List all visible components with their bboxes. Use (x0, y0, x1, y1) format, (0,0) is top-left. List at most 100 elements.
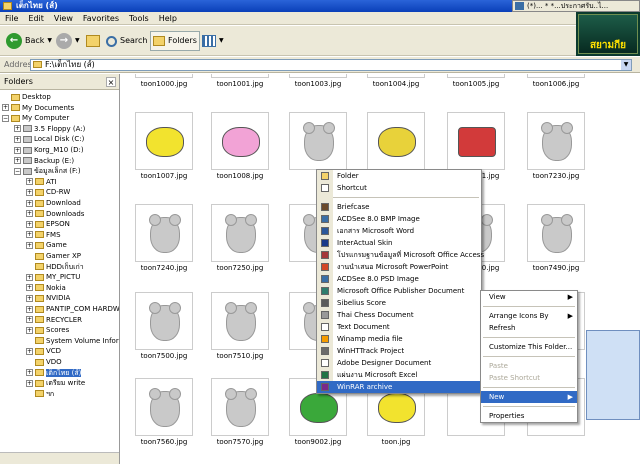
expander-icon[interactable]: + (26, 305, 33, 313)
new-menu-item[interactable]: Thai Chess Document (317, 309, 481, 321)
expander-icon[interactable]: + (26, 188, 33, 196)
expander-icon[interactable]: + (14, 157, 21, 165)
context-menu-item[interactable]: Customize This Folder... (481, 341, 577, 353)
notification-popup[interactable]: (*)... * *...ประกาศรับ..ไ... (512, 0, 640, 12)
file-item[interactable]: toon1004.jpg (365, 74, 427, 88)
expander-icon[interactable]: + (14, 125, 21, 133)
file-item[interactable]: toon7500.jpg (133, 292, 195, 360)
expander-icon[interactable]: + (26, 273, 33, 281)
new-menu-item[interactable]: WinHTTrack Project (317, 345, 481, 357)
file-item[interactable]: toon1005.jpg (445, 74, 507, 88)
menu-tools[interactable]: Tools (124, 12, 154, 25)
expander-icon[interactable]: + (26, 379, 33, 387)
menu-view[interactable]: View (49, 12, 78, 25)
new-menu-item[interactable]: Folder (317, 170, 481, 182)
tree-item[interactable]: + RECYCLER (26, 315, 82, 326)
new-menu-item[interactable]: Microsoft Office Publisher Document (317, 285, 481, 297)
tree-item[interactable]: HDDเก็บเก่า (26, 262, 84, 273)
context-menu-item[interactable]: Paste Shortcut (481, 372, 577, 384)
horizontal-scrollbar[interactable] (0, 452, 119, 464)
new-menu-item[interactable]: Winamp media file (317, 333, 481, 345)
new-menu-item[interactable]: งานนำเสนอ Microsoft PowerPoint (317, 261, 481, 273)
tree-item[interactable]: + Download (26, 198, 81, 209)
tree-item[interactable]: + VCD (26, 346, 61, 357)
file-item[interactable]: toon1007.jpg (133, 112, 195, 180)
new-menu-item[interactable]: ACDSee 8.0 BMP Image (317, 213, 481, 225)
tree-item[interactable]: + CD-RW (26, 187, 70, 198)
menu-edit[interactable]: Edit (23, 12, 49, 25)
expander-icon[interactable]: + (26, 369, 33, 377)
back-button[interactable]: ← Back ▼ (4, 31, 54, 51)
file-item[interactable]: toon7510.jpg (209, 292, 271, 360)
expander-icon[interactable]: + (26, 178, 33, 186)
expander-icon[interactable]: + (26, 316, 33, 324)
expander-icon[interactable]: + (2, 104, 9, 112)
search-button[interactable]: Search (104, 31, 149, 51)
tree-item[interactable]: + Korg_M10 (D:) (14, 145, 84, 156)
tree-item[interactable]: + EPSON (26, 219, 70, 230)
tree-item[interactable]: + ATI (26, 177, 57, 188)
tree-item[interactable]: + MY_PICTU (26, 272, 80, 283)
tree-item[interactable]: + My Documents (2, 103, 74, 114)
tree-item[interactable]: + PANTIP_COM HARDW (26, 304, 119, 315)
file-item[interactable]: toon1003.jpg (287, 74, 349, 88)
forward-button[interactable]: → ▼ (54, 31, 82, 51)
context-menu-item[interactable]: View ▶ (481, 291, 577, 303)
new-menu-item[interactable]: เอกสาร Microsoft Word (317, 225, 481, 237)
file-item[interactable]: toon1008.jpg (209, 112, 271, 180)
address-input[interactable]: F:\เต็กไทย (ส์) ▼ (30, 59, 632, 71)
menu-favorites[interactable]: Favorites (78, 12, 124, 25)
expander-icon[interactable]: + (26, 326, 33, 334)
tree-item[interactable]: + Backup (E:) (14, 156, 74, 167)
tree-item[interactable]: Desktop (2, 92, 51, 103)
expander-icon[interactable]: + (26, 210, 33, 218)
file-item[interactable] (365, 112, 427, 172)
tree-item[interactable]: + NVIDIA (26, 293, 70, 304)
tree-item[interactable]: + Game (26, 240, 67, 251)
new-menu-item[interactable]: ACDSee 8.0 PSD Image (317, 273, 481, 285)
new-menu-item[interactable]: Briefcase (317, 201, 481, 213)
file-item[interactable]: toon7570.jpg (209, 378, 271, 446)
file-item[interactable]: toon1000.jpg (133, 74, 195, 88)
close-icon[interactable]: × (106, 77, 116, 87)
context-menu-item[interactable]: Paste (481, 360, 577, 372)
tree-item[interactable]: + เต็กไทย (ส์) (26, 368, 82, 379)
tree-item[interactable]: ฯก (26, 389, 54, 400)
file-item[interactable]: toon7560.jpg (133, 378, 195, 446)
file-item[interactable]: toon7250.jpg (209, 204, 271, 272)
expander-icon[interactable]: − (14, 167, 21, 175)
file-item[interactable]: toon7230.jpg (525, 112, 587, 180)
tree-item[interactable]: VDO (26, 357, 62, 368)
expander-icon[interactable]: + (26, 231, 33, 239)
expander-icon[interactable]: + (26, 220, 33, 228)
expander-icon[interactable]: + (14, 146, 21, 154)
menu-help[interactable]: Help (154, 12, 182, 25)
tree-item[interactable]: + Nokia (26, 283, 66, 294)
tree-item[interactable]: + Local Disk (C:) (14, 134, 84, 145)
context-menu-item[interactable]: New ▶ (481, 391, 577, 403)
up-folder-button[interactable] (84, 31, 102, 51)
new-menu-item[interactable]: โปรแกรมฐานข้อมูลที่ Microsoft Office Acc… (317, 249, 484, 261)
new-menu-item[interactable]: WinRAR archive (317, 381, 481, 393)
tree-item[interactable]: − My Computer (2, 113, 69, 124)
file-item[interactable]: toon7490.jpg (525, 204, 587, 272)
expander-icon[interactable]: + (14, 135, 21, 143)
tree-item[interactable]: Gamer XP (26, 251, 81, 262)
tree-item[interactable]: + Scores (26, 325, 69, 336)
file-item[interactable]: toon7240.jpg (133, 204, 195, 272)
new-menu-item[interactable]: Adobe Designer Document (317, 357, 481, 369)
tree-item[interactable]: +3.5 Floppy (A:) (14, 124, 85, 135)
context-menu-item[interactable]: Refresh (481, 322, 577, 334)
new-menu-item[interactable]: Text Document (317, 321, 481, 333)
tree-item[interactable]: + Downloads (26, 209, 84, 220)
menu-file[interactable]: File (0, 12, 23, 25)
expander-icon[interactable]: − (2, 114, 9, 122)
expander-icon[interactable]: + (26, 199, 33, 207)
folders-button[interactable]: Folders (150, 31, 200, 51)
new-menu-item[interactable]: Sibelius Score (317, 297, 481, 309)
expander-icon[interactable]: + (26, 294, 33, 302)
new-menu-item[interactable]: Shortcut (317, 182, 481, 194)
tree-item[interactable]: System Volume Inform (26, 336, 119, 347)
tree-item[interactable]: + เตรียม write (26, 378, 85, 389)
tree-item[interactable]: − ข้อมูลเล็กส (F:) (14, 166, 81, 177)
